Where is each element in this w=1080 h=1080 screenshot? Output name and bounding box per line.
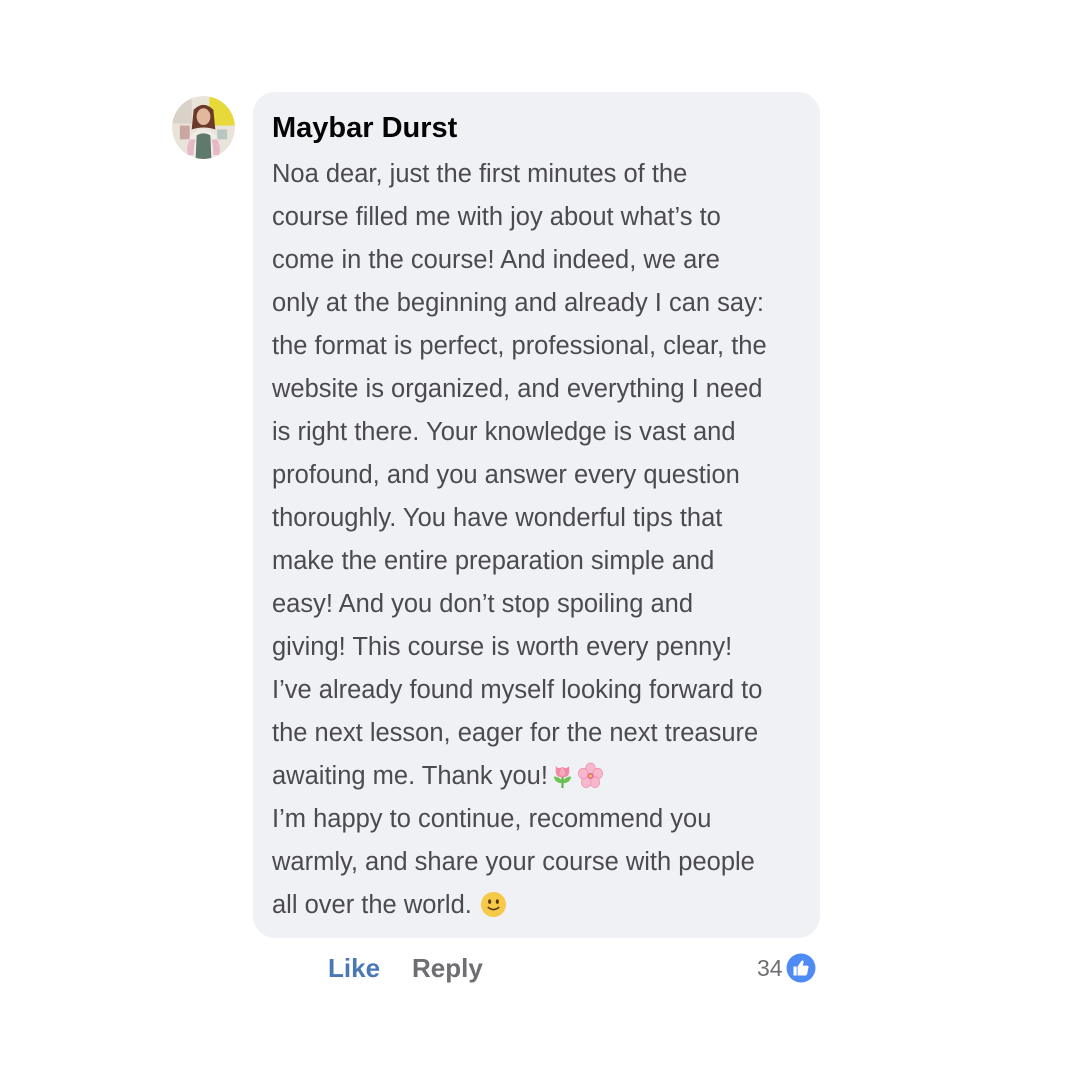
comment-line-with-emoji: awaiting me. Thank you! — [272, 755, 801, 798]
comment-bubble: Maybar Durst Noa dear, just the first mi… — [253, 92, 820, 938]
comment-line: the next lesson, eager for the next trea… — [272, 719, 759, 747]
comment-line: profound, and you answer every question — [272, 461, 740, 489]
comment-actions: Like Reply 34 — [0, 950, 1080, 986]
comment-text: Noa dear, just the first minutes of the … — [272, 153, 801, 927]
comment-line: warmly, and share your course with peopl… — [272, 848, 755, 876]
comment-line: make the entire preparation simple and — [272, 547, 715, 575]
comment-line: website is organized, and everything I n… — [272, 375, 763, 403]
slightly-smiling-face-emoji-icon — [480, 891, 506, 918]
comment-line: I’m happy to continue, recommend you — [272, 805, 712, 833]
avatar-photo — [172, 96, 235, 159]
like-button[interactable]: Like — [328, 952, 380, 984]
comment-line-text: awaiting me. Thank you! — [272, 762, 548, 790]
comment-line: only at the beginning and already I can … — [272, 289, 764, 317]
comment-line: I’ve already found myself looking forwar… — [272, 676, 763, 704]
comment-line: thoroughly. You have wonderful tips that — [272, 504, 723, 532]
tulip-emoji-icon — [553, 765, 572, 789]
comment-line: Noa dear, just the first minutes of the — [272, 160, 688, 188]
cherry-blossom-emoji-icon — [577, 762, 603, 788]
comment-line: the format is perfect, professional, cle… — [272, 332, 767, 360]
comment-line: come in the course! And indeed, we are — [272, 246, 720, 274]
comment-line: giving! This course is worth every penny… — [272, 633, 733, 661]
comment-line-with-emoji: all over the world. — [272, 884, 801, 927]
comment-line: easy! And you don’t stop spoiling and — [272, 590, 694, 618]
comment-line-text: all over the world. — [272, 891, 472, 919]
reaction-summary[interactable]: 34 — [757, 952, 816, 984]
avatar[interactable] — [172, 96, 235, 159]
comment-author[interactable]: Maybar Durst — [272, 111, 801, 145]
reaction-count: 34 — [757, 955, 783, 981]
reply-button[interactable]: Reply — [412, 952, 483, 984]
thumbs-up-icon — [786, 953, 816, 983]
comment-line: is right there. Your knowledge is vast a… — [272, 418, 736, 446]
comment-line: course filled me with joy about what’s t… — [272, 203, 721, 231]
